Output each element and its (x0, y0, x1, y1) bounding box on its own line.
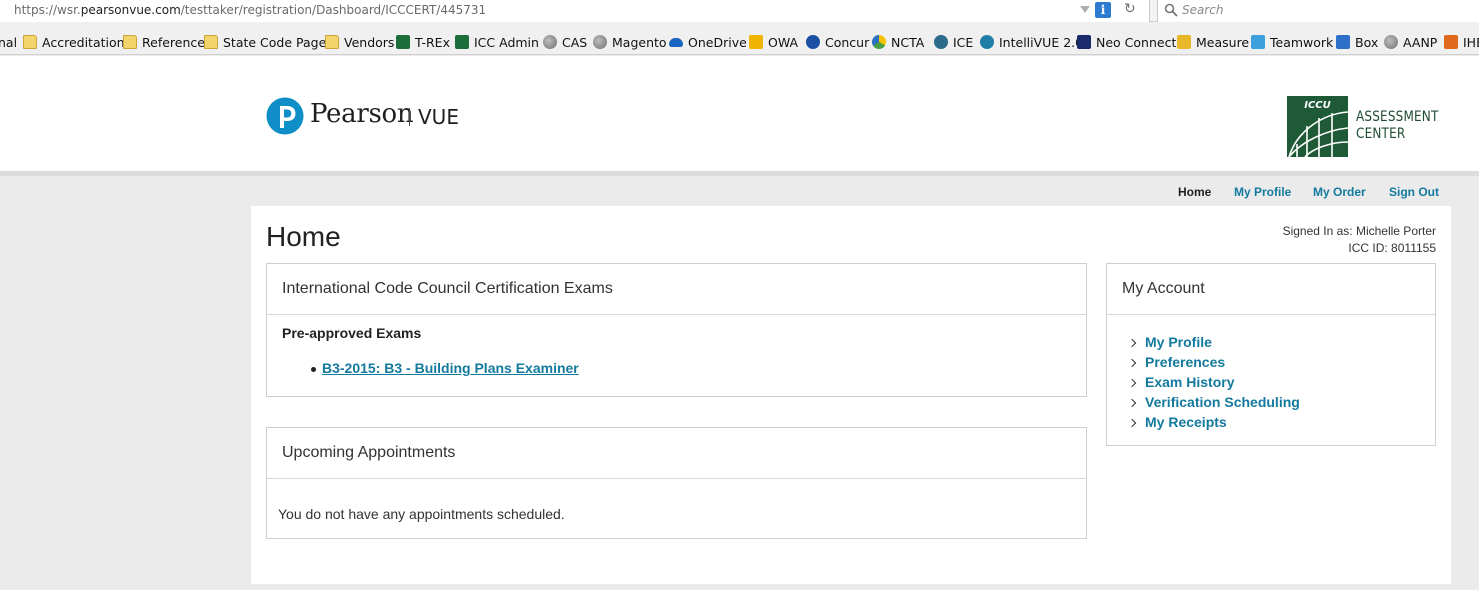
account-link-exam-history[interactable]: Exam History (1145, 374, 1234, 390)
bookmark-item[interactable]: nal (0, 33, 17, 51)
list-item: My Receipts (1127, 412, 1300, 432)
pearson-logo-icon[interactable] (266, 96, 304, 136)
address-bar-url[interactable]: https://wsr.pearsonvue.com/testtaker/reg… (14, 3, 486, 17)
bookmark-item[interactable]: AANP (1384, 33, 1437, 51)
bookmark-item[interactable]: Measure (1177, 33, 1249, 51)
concur-icon (806, 35, 820, 49)
folder-icon (204, 35, 218, 49)
cloud-icon (669, 37, 683, 47)
card-title: International Code Council Certification… (282, 280, 613, 297)
card-title: Upcoming Appointments (282, 444, 456, 461)
box-icon (1336, 35, 1350, 49)
folder-icon (123, 35, 137, 49)
chevron-right-icon (1127, 398, 1137, 408)
page-title: Home (266, 221, 341, 252)
bookmark-item[interactable]: ICC Admin (455, 33, 539, 51)
bookmark-item[interactable]: Box (1336, 33, 1378, 51)
account-link-my-receipts[interactable]: My Receipts (1145, 414, 1227, 430)
intellivue-icon (980, 35, 994, 49)
account-link-my-profile[interactable]: My Profile (1145, 334, 1212, 350)
card-header: International Code Council Certification… (267, 264, 1086, 315)
pre-approved-heading: Pre-approved Exams (282, 325, 422, 341)
chevron-right-icon (1127, 378, 1137, 388)
green-grid-icon (396, 35, 410, 49)
header-divider (0, 171, 1479, 176)
certification-exams-card: International Code Council Certification… (266, 263, 1087, 397)
chevron-right-icon (1127, 338, 1137, 348)
search-icon (1164, 3, 1178, 17)
bookmark-item[interactable]: CAS (543, 33, 587, 51)
bookmark-item[interactable]: Reference (123, 33, 205, 51)
my-account-card: My Account My Profile Preferences Exam H… (1106, 263, 1436, 446)
pearson-wordmark: Pearson (310, 99, 414, 129)
neo-icon (1077, 35, 1091, 49)
list-item: Verification Scheduling (1127, 392, 1300, 412)
history-dropdown-icon[interactable] (1080, 6, 1090, 13)
bookmarks-bar: nal Accreditation Reference State Code P… (0, 22, 1479, 55)
browser-search-input[interactable]: Search (1157, 0, 1479, 22)
globe-icon (543, 35, 557, 49)
nav-my-order[interactable]: My Order (1313, 185, 1366, 199)
bookmark-item[interactable]: T-REx (396, 33, 450, 51)
address-bar[interactable]: https://wsr.pearsonvue.com/testtaker/reg… (0, 0, 1150, 22)
bookmark-item[interactable]: Accreditation (23, 33, 125, 51)
owa-icon (749, 35, 763, 49)
empty-appointments-message: You do not have any appointments schedul… (278, 506, 565, 522)
card-title: My Account (1122, 280, 1205, 297)
site-header (0, 56, 1479, 171)
nav-my-profile[interactable]: My Profile (1234, 185, 1291, 199)
bookmark-item[interactable]: IntelliVUE 2.0 (980, 33, 1083, 51)
signed-in-user: Signed In as: Michelle Porter (1282, 224, 1436, 238)
bookmark-item[interactable]: OneDrive (669, 33, 747, 51)
bookmark-item[interactable]: ICE (934, 33, 973, 51)
icc-id: ICC ID: 8011155 (1348, 241, 1436, 255)
card-header: My Account (1107, 264, 1435, 315)
folder-icon (23, 35, 37, 49)
globe-icon (1384, 35, 1398, 49)
reload-icon[interactable]: ↻ (1124, 1, 1136, 17)
bookmark-item[interactable]: State Code Pages (204, 33, 333, 51)
partner-line-1: ASSESSMENT (1356, 109, 1439, 125)
bookmark-item[interactable]: Magento (593, 33, 667, 51)
folder-icon (325, 35, 339, 49)
browser-toolbar: https://wsr.pearsonvue.com/testtaker/reg… (0, 0, 1479, 22)
bookmark-item[interactable]: OWA (749, 33, 798, 51)
svg-text:ICCU: ICCU (1304, 100, 1331, 111)
search-placeholder: Search (1182, 3, 1224, 17)
account-links: My Profile Preferences Exam History Veri… (1127, 332, 1300, 432)
exam-link-b3[interactable]: B3-2015: B3 - Building Plans Examiner (322, 360, 579, 376)
bookmark-item[interactable]: Concur (806, 33, 869, 51)
vue-wordmark: VUE (418, 105, 459, 129)
chevron-right-icon (1127, 418, 1137, 428)
green-grid-icon (455, 35, 469, 49)
icc-globe-logo-icon[interactable]: ICCU (1287, 96, 1348, 157)
ncta-icon (872, 35, 886, 49)
bookmark-item[interactable]: Vendors (325, 33, 394, 51)
account-link-preferences[interactable]: Preferences (1145, 354, 1225, 370)
nav-home[interactable]: Home (1178, 185, 1211, 199)
bookmark-item[interactable]: Teamwork (1251, 33, 1333, 51)
chevron-right-icon (1127, 358, 1137, 368)
upcoming-appointments-card: Upcoming Appointments You do not have an… (266, 427, 1087, 539)
partner-line-2: CENTER (1356, 126, 1406, 142)
ihe-icon (1444, 35, 1458, 49)
list-item: My Profile (1127, 332, 1300, 352)
bookmark-item[interactable]: Neo Connect (1077, 33, 1176, 51)
bookmark-item[interactable]: IHE (1444, 33, 1479, 51)
bookmark-item[interactable]: NCTA (872, 33, 924, 51)
ice-icon (934, 35, 948, 49)
brand-separator (409, 108, 410, 126)
list-item: Exam History (1127, 372, 1300, 392)
bullet-icon (311, 367, 316, 372)
measure-icon (1177, 35, 1191, 49)
signed-in-info: Signed In as: Michelle Porter ICC ID: 80… (1283, 223, 1436, 257)
card-header: Upcoming Appointments (267, 428, 1086, 479)
page-info-icon[interactable]: i (1095, 2, 1111, 18)
list-item: Preferences (1127, 352, 1300, 372)
teamwork-icon (1251, 35, 1265, 49)
assessment-center-wordmark: ASSESSMENT CENTER (1356, 109, 1438, 143)
globe-icon (593, 35, 607, 49)
nav-sign-out[interactable]: Sign Out (1389, 185, 1439, 199)
account-link-verification-scheduling[interactable]: Verification Scheduling (1145, 394, 1300, 410)
